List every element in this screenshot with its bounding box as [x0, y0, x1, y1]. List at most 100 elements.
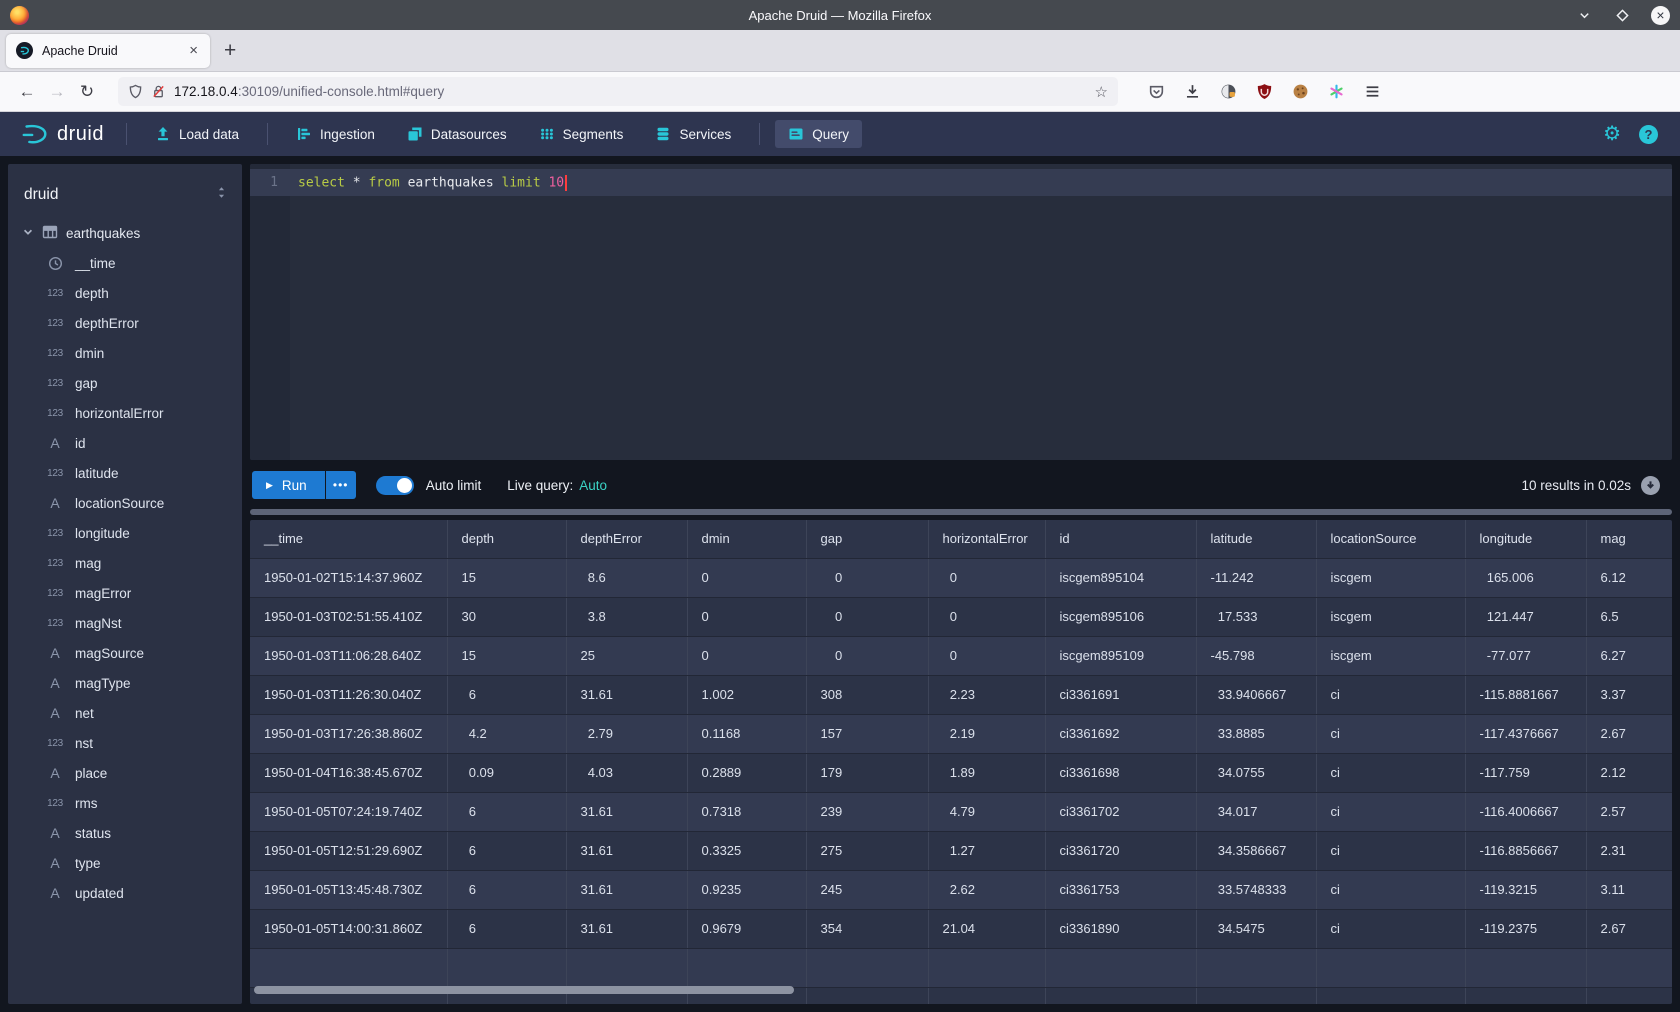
- table-cell[interactable]: 31.61: [566, 909, 687, 948]
- column-header-mag[interactable]: mag: [1586, 520, 1672, 558]
- table-cell[interactable]: ci: [1316, 831, 1465, 870]
- table-cell[interactable]: 3.11: [1586, 870, 1672, 909]
- table-cell[interactable]: -115.8881667: [1465, 675, 1586, 714]
- sidebar-column-updated[interactable]: Aupdated: [8, 878, 242, 908]
- table-cell[interactable]: -119.2375: [1465, 909, 1586, 948]
- table-cell[interactable]: 31.61: [566, 870, 687, 909]
- cookie-icon[interactable]: [1290, 82, 1310, 102]
- table-cell[interactable]: 4.03: [566, 753, 687, 792]
- table-cell[interactable]: -117.4376667: [1465, 714, 1586, 753]
- sparkle-icon[interactable]: [1326, 82, 1346, 102]
- table-cell[interactable]: 0: [806, 597, 928, 636]
- table-cell[interactable]: 34.017: [1196, 792, 1316, 831]
- column-header-depth[interactable]: depth: [447, 520, 566, 558]
- column-header-horizontalError[interactable]: horizontalError: [928, 520, 1045, 558]
- table-cell[interactable]: ci3361702: [1045, 792, 1196, 831]
- table-cell[interactable]: 179: [806, 753, 928, 792]
- browser-tab[interactable]: Apache Druid ×: [6, 34, 210, 68]
- ublock-icon[interactable]: [1254, 82, 1274, 102]
- table-cell[interactable]: 2.19: [928, 714, 1045, 753]
- download-icon[interactable]: [1182, 82, 1202, 102]
- table-cell[interactable]: 33.9406667: [1196, 675, 1316, 714]
- column-header-longitude[interactable]: longitude: [1465, 520, 1586, 558]
- nav-item-load-data[interactable]: Load data: [142, 120, 252, 148]
- table-cell[interactable]: 1950-01-03T17:26:38.860Z: [250, 714, 447, 753]
- table-cell[interactable]: 0.7318: [687, 792, 806, 831]
- table-cell[interactable]: 6.12: [1586, 558, 1672, 597]
- table-cell[interactable]: 354: [806, 909, 928, 948]
- table-cell[interactable]: 2.57: [1586, 792, 1672, 831]
- table-cell[interactable]: iscgem: [1316, 597, 1465, 636]
- sidebar-column-__time[interactable]: __time: [8, 248, 242, 278]
- table-cell[interactable]: 157: [806, 714, 928, 753]
- sidebar-column-type[interactable]: Atype: [8, 848, 242, 878]
- table-cell[interactable]: 0: [687, 597, 806, 636]
- table-cell[interactable]: 275: [806, 831, 928, 870]
- table-cell[interactable]: 6: [447, 870, 566, 909]
- sql-editor[interactable]: 1 select * from earthquakes limit 10: [250, 164, 1672, 460]
- table-cell[interactable]: 6: [447, 909, 566, 948]
- table-cell[interactable]: 0.3325: [687, 831, 806, 870]
- sidebar-column-depth[interactable]: 123depth: [8, 278, 242, 308]
- table-cell[interactable]: 2.62: [928, 870, 1045, 909]
- table-cell[interactable]: 3.8: [566, 597, 687, 636]
- table-cell[interactable]: 2.31: [1586, 831, 1672, 870]
- table-cell[interactable]: 1950-01-04T16:38:45.670Z: [250, 753, 447, 792]
- sidebar-column-depthError[interactable]: 123depthError: [8, 308, 242, 338]
- table-cell[interactable]: 2.67: [1586, 714, 1672, 753]
- sidebar-column-locationSource[interactable]: AlocationSource: [8, 488, 242, 518]
- sidebar-column-dmin[interactable]: 123dmin: [8, 338, 242, 368]
- nav-item-ingestion[interactable]: Ingestion: [283, 120, 388, 148]
- table-cell[interactable]: 0: [687, 636, 806, 675]
- table-cell[interactable]: 33.8885: [1196, 714, 1316, 753]
- table-cell[interactable]: 2.12: [1586, 753, 1672, 792]
- table-cell[interactable]: 2.23: [928, 675, 1045, 714]
- table-cell[interactable]: 34.5475: [1196, 909, 1316, 948]
- live-query-value[interactable]: Auto: [579, 478, 607, 493]
- table-cell[interactable]: 1950-01-05T13:45:48.730Z: [250, 870, 447, 909]
- table-cell[interactable]: 17.533: [1196, 597, 1316, 636]
- table-cell[interactable]: 15: [447, 636, 566, 675]
- sidebar-column-place[interactable]: Aplace: [8, 758, 242, 788]
- sidebar-column-mag[interactable]: 123mag: [8, 548, 242, 578]
- table-cell[interactable]: 6: [447, 675, 566, 714]
- table-cell[interactable]: iscgem: [1316, 636, 1465, 675]
- table-cell[interactable]: 239: [806, 792, 928, 831]
- table-cell[interactable]: ci: [1316, 714, 1465, 753]
- table-cell[interactable]: 1.002: [687, 675, 806, 714]
- table-cell[interactable]: 31.61: [566, 831, 687, 870]
- table-cell[interactable]: 0: [928, 636, 1045, 675]
- table-cell[interactable]: 1950-01-03T11:06:28.640Z: [250, 636, 447, 675]
- url-bar[interactable]: 172.18.0.4:30109/unified-console.html#qu…: [118, 77, 1118, 106]
- table-cell[interactable]: 34.3586667: [1196, 831, 1316, 870]
- table-cell[interactable]: -45.798: [1196, 636, 1316, 675]
- new-tab-button[interactable]: +: [224, 39, 236, 63]
- sidebar-item-earthquakes[interactable]: earthquakes: [8, 218, 242, 248]
- table-cell[interactable]: 0.1168: [687, 714, 806, 753]
- nav-item-datasources[interactable]: Datasources: [394, 120, 520, 148]
- table-cell[interactable]: 0: [928, 558, 1045, 597]
- nav-item-query[interactable]: Query: [775, 120, 862, 148]
- run-button[interactable]: ▶ Run: [252, 471, 325, 499]
- table-cell[interactable]: -117.759: [1465, 753, 1586, 792]
- table-cell[interactable]: 25: [566, 636, 687, 675]
- table-cell[interactable]: 31.61: [566, 792, 687, 831]
- sidebar-column-magType[interactable]: AmagType: [8, 668, 242, 698]
- table-cell[interactable]: ci: [1316, 792, 1465, 831]
- column-header-locationSource[interactable]: locationSource: [1316, 520, 1465, 558]
- table-cell[interactable]: 6.27: [1586, 636, 1672, 675]
- table-cell[interactable]: -77.077: [1465, 636, 1586, 675]
- bookmark-star-icon[interactable]: ☆: [1095, 83, 1108, 101]
- table-cell[interactable]: ci3361720: [1045, 831, 1196, 870]
- table-cell[interactable]: iscgem895106: [1045, 597, 1196, 636]
- auto-limit-toggle[interactable]: [376, 476, 414, 495]
- table-cell[interactable]: 3.37: [1586, 675, 1672, 714]
- sidebar-column-magNst[interactable]: 123magNst: [8, 608, 242, 638]
- forward-icon[interactable]: →: [42, 78, 72, 106]
- nav-item-segments[interactable]: Segments: [526, 120, 637, 148]
- table-cell[interactable]: ci3361692: [1045, 714, 1196, 753]
- sidebar-column-longitude[interactable]: 123longitude: [8, 518, 242, 548]
- nav-item-services[interactable]: Services: [642, 120, 744, 148]
- account-icon[interactable]: [1218, 82, 1238, 102]
- column-header-__time[interactable]: __time: [250, 520, 447, 558]
